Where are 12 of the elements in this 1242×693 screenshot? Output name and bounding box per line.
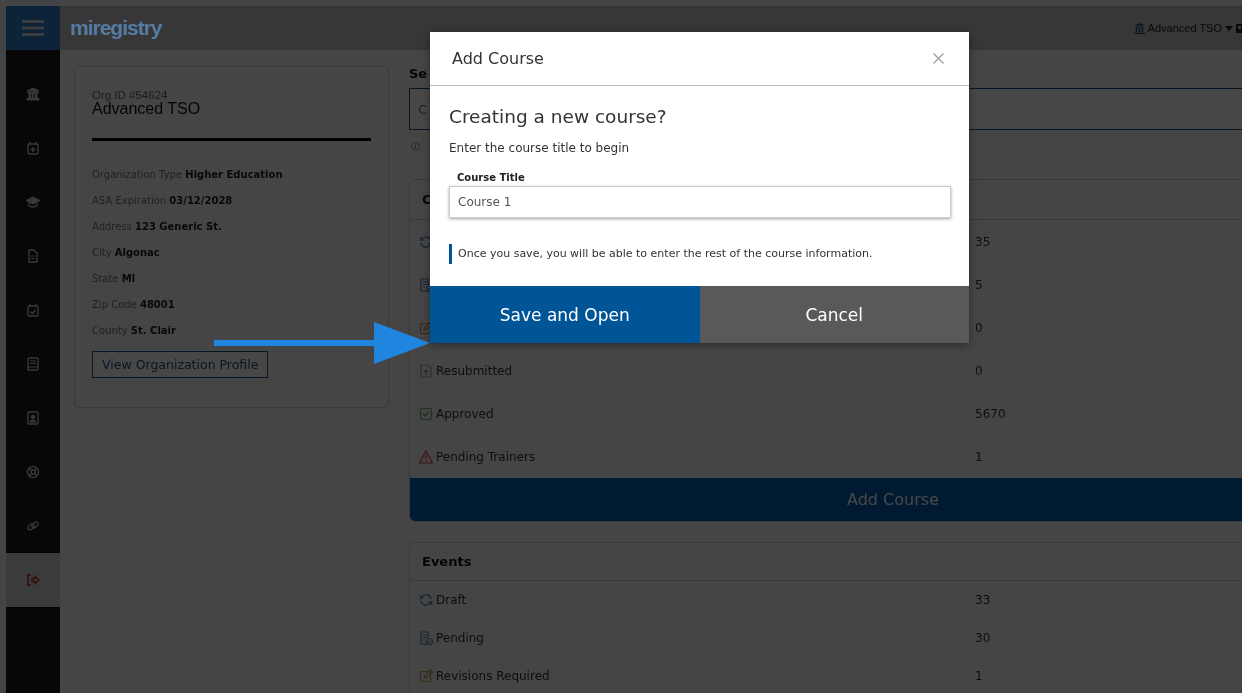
field-label: Course Title — [457, 172, 526, 183]
section-heading: Se — [409, 66, 429, 83]
save-and-open-button[interactable]: Save and Open — [430, 286, 700, 343]
course-title-field[interactable]: Course 1 — [449, 186, 951, 218]
org-name: Advanced TSO — [92, 100, 202, 118]
close-icon — [933, 53, 944, 64]
cancel-button[interactable]: Cancel — [699, 286, 969, 343]
dialog-subtitle: Enter the course title to begin — [449, 141, 631, 155]
dialog-title: Add Course — [452, 49, 544, 68]
info-note: Once you save, you will be able to enter the rest of the course information. — [449, 244, 951, 264]
dialog-heading: Creating a new course? — [449, 106, 668, 127]
logo[interactable]: miregistry — [70, 16, 162, 40]
